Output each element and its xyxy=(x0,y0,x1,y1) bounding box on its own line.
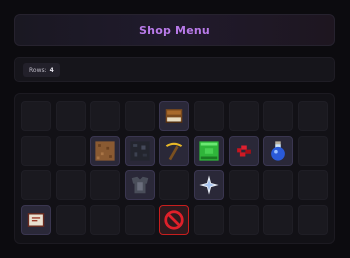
inventory-slot[interactable] xyxy=(228,135,259,166)
inventory-slot[interactable] xyxy=(228,170,259,200)
inventory-slot[interactable] xyxy=(194,135,224,166)
inventory-slot[interactable] xyxy=(124,101,155,131)
inventory-slot[interactable] xyxy=(263,101,294,131)
inventory-slot[interactable] xyxy=(297,101,328,131)
inventory-slot[interactable] xyxy=(159,135,190,166)
inventory-slot[interactable] xyxy=(21,135,51,166)
inventory-slot[interactable] xyxy=(194,170,224,200)
inventory-slot[interactable] xyxy=(228,101,259,131)
inventory-slot[interactable] xyxy=(55,204,86,235)
inventory-slot[interactable] xyxy=(90,170,121,200)
inventory-slot[interactable] xyxy=(263,135,294,166)
inventory-slot[interactable] xyxy=(21,101,51,131)
page-title: Shop Menu xyxy=(139,23,210,37)
inventory-slot[interactable] xyxy=(55,101,86,131)
inventory-slot[interactable] xyxy=(297,135,328,166)
inventory-slot[interactable] xyxy=(194,101,224,131)
inventory-slot[interactable] xyxy=(90,101,121,131)
rows-label: Rows: xyxy=(29,66,47,74)
rows-selector[interactable]: Rows: 4 xyxy=(23,63,60,77)
rows-bar: Rows: 4 xyxy=(14,57,335,82)
inventory-slot[interactable] xyxy=(297,204,328,235)
inventory-slot[interactable] xyxy=(159,170,190,200)
inventory-slot[interactable] xyxy=(263,204,294,235)
inventory-slot[interactable] xyxy=(124,204,155,235)
inventory-slot[interactable] xyxy=(124,170,155,200)
inventory-slot[interactable] xyxy=(124,135,155,166)
inventory-slot[interactable] xyxy=(159,204,190,235)
rows-value: 4 xyxy=(49,66,54,74)
shop-title-bar: Shop Menu xyxy=(14,14,335,46)
inventory-slot[interactable] xyxy=(297,170,328,200)
inventory-slot[interactable] xyxy=(159,101,190,131)
inventory-slot[interactable] xyxy=(194,204,224,235)
inventory-slot[interactable] xyxy=(55,135,86,166)
inventory-slot[interactable] xyxy=(228,204,259,235)
inventory-slot[interactable] xyxy=(21,170,51,200)
inventory-slot[interactable] xyxy=(90,204,121,235)
inventory-slot[interactable] xyxy=(263,170,294,200)
inventory-slot[interactable] xyxy=(90,135,121,166)
inventory-slot[interactable] xyxy=(55,170,86,200)
inventory-grid xyxy=(14,93,335,244)
inventory-slot[interactable] xyxy=(21,204,51,235)
